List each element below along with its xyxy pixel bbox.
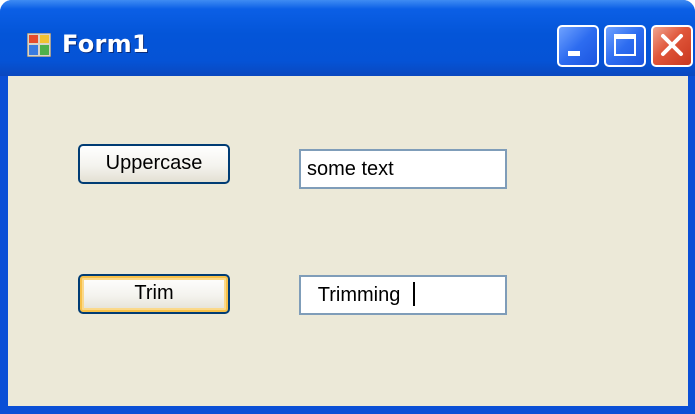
textbox-2-value: Trimming — [307, 284, 412, 306]
trim-button[interactable]: Trim — [78, 274, 230, 314]
uppercase-button[interactable]: Uppercase — [78, 144, 230, 184]
maximize-icon — [614, 34, 636, 56]
textbox-1-value: some text — [307, 158, 394, 180]
maximize-button[interactable] — [604, 25, 646, 67]
window-frame-bottom — [0, 406, 695, 414]
textbox-2[interactable]: Trimming — [299, 275, 507, 315]
text-caret — [413, 282, 416, 306]
window-title: Form1 — [62, 30, 149, 58]
app-window: Form1 Uppercase some text Trim Trimming — [0, 0, 695, 414]
close-icon — [661, 34, 683, 56]
minimize-button[interactable] — [557, 25, 599, 67]
app-icon[interactable] — [27, 33, 51, 57]
minimize-icon — [568, 51, 580, 56]
textbox-1[interactable]: some text — [299, 149, 507, 189]
form-client-area: Uppercase some text Trim Trimming — [8, 76, 688, 406]
title-bar[interactable]: Form1 — [0, 0, 695, 76]
close-button[interactable] — [651, 25, 693, 67]
